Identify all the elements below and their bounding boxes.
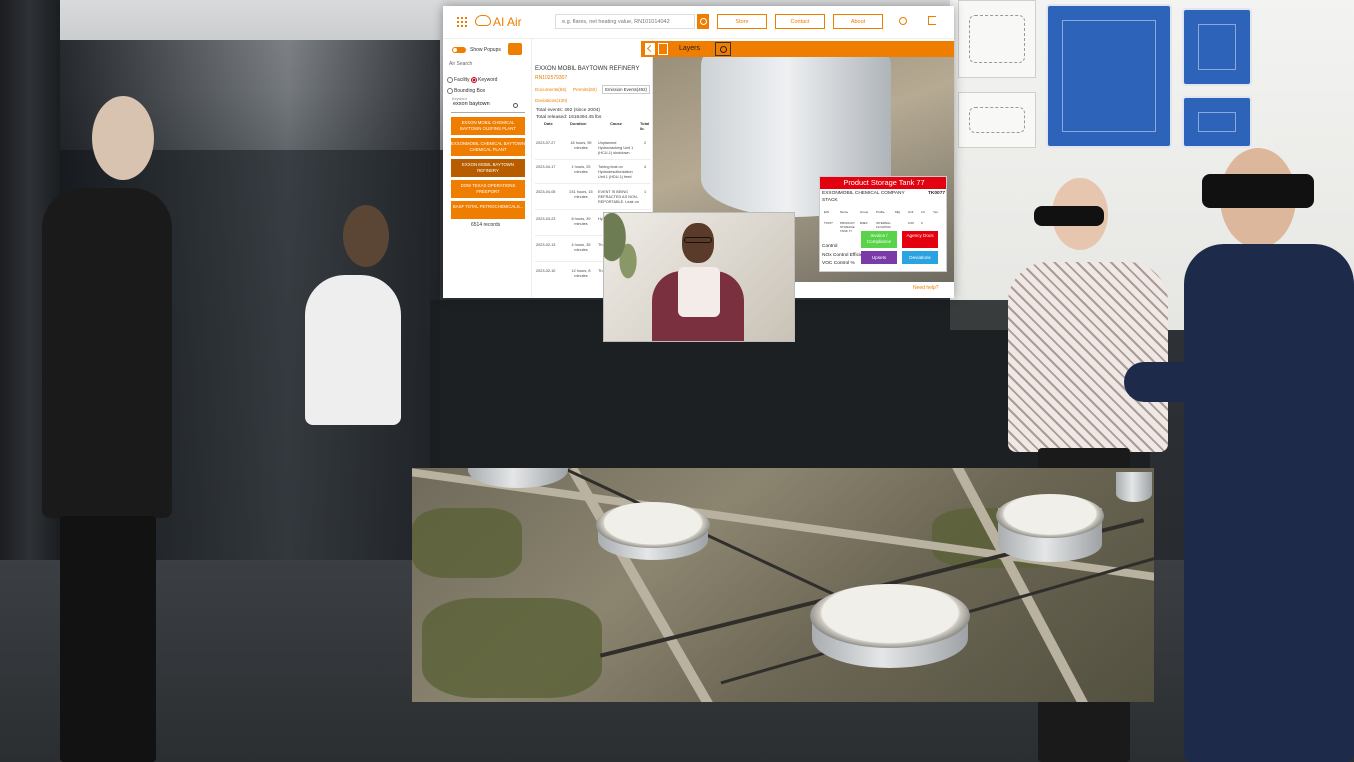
popup-voc-label: VOC Control % [822,261,855,266]
facility-id[interactable]: RN102579307 [535,75,567,81]
popup-nox-label: NOx Control Efficie [822,253,863,258]
participant-collar [678,267,720,317]
show-popups-label: Show Popups [470,47,501,53]
show-popups-toggle[interactable] [452,47,466,53]
keyword-radio-label: Keyword [478,77,498,83]
storage-tank [810,584,970,648]
video-call-feed [603,212,795,342]
records-count: 6514 records [471,222,501,228]
result-item[interactable]: EXXON MOBIL CHEMICAL BAYTOWN OLEFINS PLA… [451,117,525,135]
column-total: Total lb. [640,121,650,131]
result-item[interactable]: DOW TEXAS OPERATIONS FREEPORT [451,180,525,198]
sketch-poster [958,92,1036,148]
logout-icon[interactable] [928,16,936,25]
layers-dropdown[interactable]: Layers [679,45,700,52]
tab-permits[interactable]: Permits(60) [573,87,597,92]
facility-label: Facility [454,77,470,83]
bounding-box-radio[interactable] [447,88,453,94]
search-icon[interactable] [513,103,518,108]
tab-emission-events[interactable]: Emission Events(492) [602,85,650,94]
global-search-input[interactable] [555,14,695,29]
storage-tank [996,494,1104,538]
avatar-man [20,96,190,762]
blueprint-poster [1182,8,1252,86]
column-date: Date [544,121,553,126]
search-icon[interactable] [697,14,709,29]
avatar-woman [295,205,415,525]
storage-tank [596,502,710,548]
deviations-button[interactable]: Deviations [902,251,938,264]
brand-name: AI Air [493,15,522,29]
man-with-headset [1124,148,1354,762]
result-item[interactable]: BASF TOTAL PETROCHEMICALS... [451,201,525,219]
sketch-poster [958,0,1036,78]
popup-company: EXXONMOBIL CHEMICAL COMPANY [822,191,905,196]
popup-title: Product Storage Tank 77 [820,177,946,189]
keyword-radio[interactable] [471,77,477,83]
need-help-link[interactable]: Need help? [913,285,939,291]
tab-documents[interactable]: Documents(56) [535,87,566,92]
tab-deviations[interactable]: Deviations(130) [535,98,567,103]
popup-tank-id: TK0077 [928,191,946,196]
layers-icon[interactable] [658,43,668,55]
contact-button[interactable]: Contact [775,14,825,29]
invoice-compliance-button[interactable]: Invoice / Compliance [861,231,897,248]
glasses [684,237,712,243]
column-cause: Cause [610,121,623,126]
blueprint-poster [1046,4,1172,148]
plant [604,213,644,293]
chevron-left-icon[interactable] [645,43,655,55]
air-search-label: Air Search [449,61,473,67]
facility-radio[interactable] [447,77,453,83]
bounding-box-label: Bounding Box [454,88,486,94]
top-bar: AI Air Store Contact About [443,6,954,39]
user-icon[interactable] [899,17,907,25]
search-panel: Show Popups Air Search Facility Keyword … [443,39,531,298]
total-events: Total events: 492 (since 2004) [536,108,600,113]
about-button[interactable]: About [833,14,883,29]
result-item[interactable]: EXXONMOBIL CHEMICAL BAYTOWN CHEMICAL PLA… [451,138,525,156]
participant-head [682,223,714,263]
chat-icon[interactable] [508,43,522,55]
agency-docs-button[interactable]: Agency Docs [902,231,938,248]
column-duration: Duration [570,121,587,126]
apps-grid-icon[interactable] [457,17,467,27]
popup-type: STACK [822,198,838,203]
result-item[interactable]: EXXON MOBIL BAYTOWN REFINERY [451,159,525,177]
tank-popup: Product Storage Tank 77 EXXONMOBIL CHEMI… [819,176,947,272]
aerial-tank-farm-view [412,468,1154,702]
popup-control-label: Control [822,244,838,249]
map-search-icon[interactable] [715,42,731,56]
total-released: Total released: 1616494.45 lbs [536,115,602,120]
cloud-logo-icon [475,15,491,26]
blueprint-poster [1182,96,1252,148]
facility-title: EXXON MOBIL BAYTOWN REFINERY [535,66,640,72]
store-button[interactable]: Store [717,14,767,29]
upsets-button[interactable]: Upsets [861,251,897,264]
